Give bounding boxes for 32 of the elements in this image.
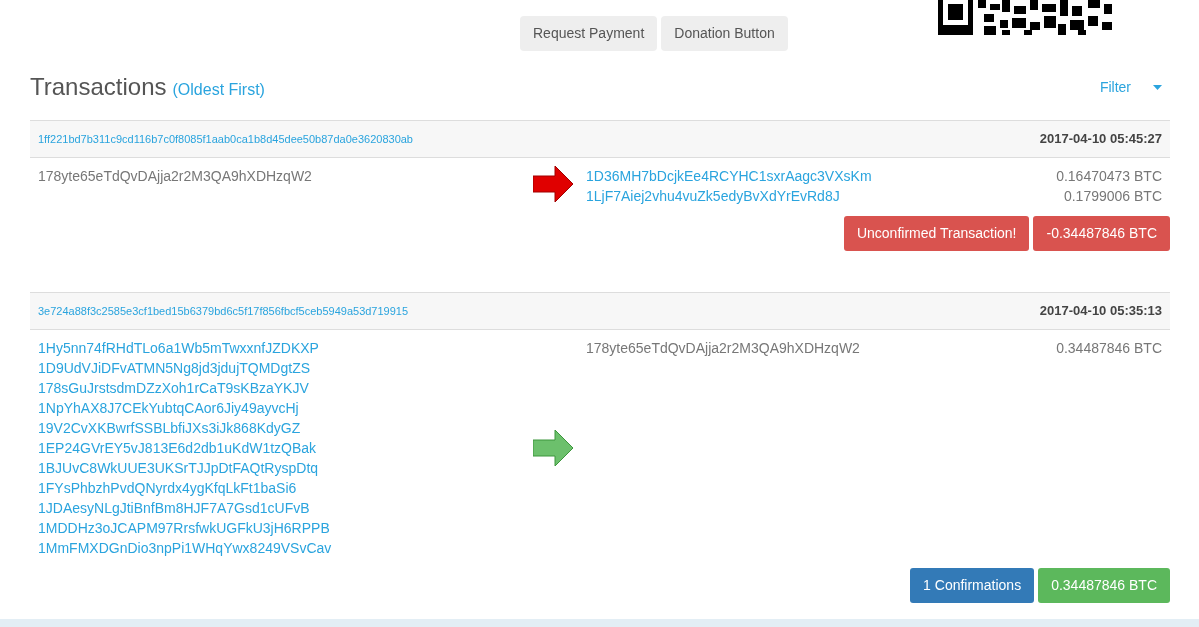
address-link[interactable]: 1EP24GVrEY5vJ813E6d2db1uKdW1tzQBak bbox=[38, 438, 317, 458]
filter-dropdown[interactable]: Filter bbox=[1099, 76, 1162, 98]
address-link[interactable]: 1MmFMXDGnDio3npPi1WHqYwx8249VSvCav bbox=[38, 538, 332, 558]
wallet-address: 178yte65eTdQvDAjja2r2M3QA9hXDHzqW2 bbox=[586, 339, 860, 358]
amount-text: 0.1799006 BTC bbox=[1063, 187, 1162, 206]
address-link[interactable]: 1LjF7Aiej2vhu4vuZk5edyBvXdYrEvRd8J bbox=[586, 186, 840, 206]
transaction-time: 2017-04-10 05:35:13 bbox=[1039, 302, 1162, 321]
status-label: 1 Confirmations bbox=[910, 568, 1035, 603]
wallet-address: 178yte65eTdQvDAjja2r2M3QA9hXDHzqW2 bbox=[38, 167, 312, 186]
address-link[interactable]: 1MDDHz3oJCAPM97RrsfwkUGFkU3jH6RPPB bbox=[38, 518, 330, 538]
section-title: Transactions bbox=[30, 72, 167, 102]
transaction-hash-link[interactable]: 1ff221bd7b311c9cd116b7c0f8085f1aab0ca1b8d45dee50b87da0e3620830ab bbox=[38, 130, 413, 148]
address-link[interactable]: 1JDAesyNLgJtiBnfBm8HJF7A7Gsd1cUFvB bbox=[38, 498, 310, 518]
address-link[interactable]: 1Hy5nn74fRHdTLo6a1Wb5mTwxxnfJZDKXP bbox=[38, 338, 319, 358]
amount-text: 0.16470473 BTC bbox=[1056, 167, 1162, 186]
caret-icon bbox=[1153, 84, 1162, 90]
address-link[interactable]: 178sGuJrstsdmDZzXoh1rCaT9sKBzaYKJV bbox=[38, 378, 309, 398]
status-label: 0.34487846 BTC bbox=[1038, 568, 1170, 603]
action-button[interactable]: Request Payment bbox=[520, 16, 658, 51]
address-link[interactable]: 1D36MH7bDcjkEe4RCYHC1sxrAagc3VXsKm bbox=[586, 166, 872, 186]
address-link[interactable]: 1FYsPhbzhPvdQNyrdx4ygKfqLkFt1baSi6 bbox=[38, 478, 297, 498]
transaction-hash-link[interactable]: 3e724a88f3c2585e3cf1bed15b6379bd6c5f17f856fbcf5ceb5949a53d719915 bbox=[38, 302, 409, 320]
action-button[interactable]: Donation Button bbox=[661, 16, 788, 51]
address-link[interactable]: 1NpYhAX8J7CEkYubtqCAor6Jiy49ayvcHj bbox=[38, 398, 299, 418]
address-link[interactable]: 1BJUvC8WkUUE3UKSrTJJpDtFAQtRyspDtq bbox=[38, 458, 319, 478]
amount-text: 0.34487846 BTC bbox=[1056, 339, 1162, 358]
status-label: -0.34487846 BTC bbox=[1033, 216, 1170, 251]
address-link[interactable]: 19V2CvXKBwrfSSBLbfiJXs3iJk868KdyGZ bbox=[38, 418, 301, 438]
transaction-time: 2017-04-10 05:45:27 bbox=[1039, 130, 1162, 149]
sort-order-link[interactable]: (Oldest First) bbox=[172, 78, 265, 102]
address-link[interactable]: 1D9UdVJiDFvATMN5Ng8jd3jdujTQMDgtZS bbox=[38, 358, 311, 378]
status-label: Unconfirmed Transaction! bbox=[843, 216, 1030, 251]
